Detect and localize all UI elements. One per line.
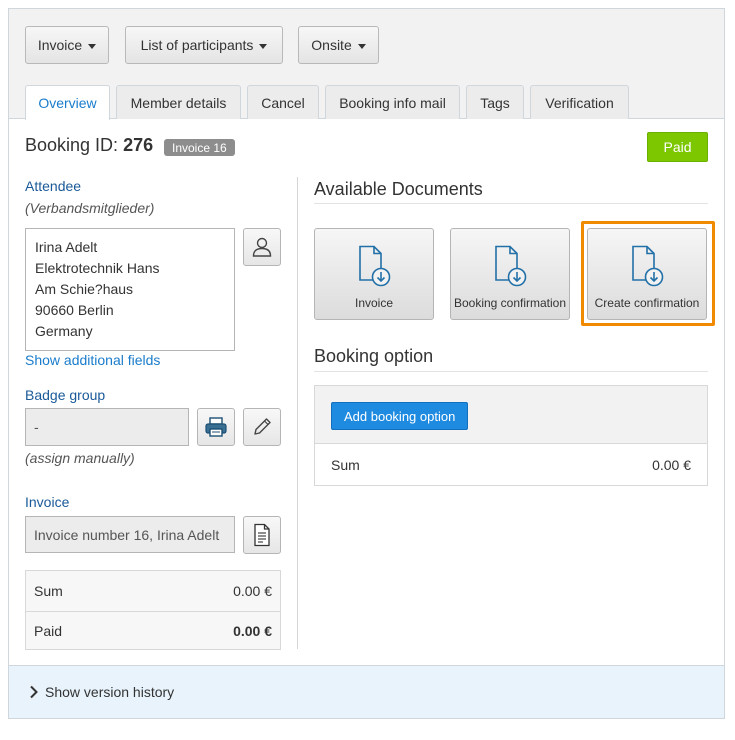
paid-label: Paid — [34, 623, 63, 639]
caret-down-icon — [88, 43, 97, 49]
invoice-badge: Invoice 16 — [164, 139, 235, 156]
tab-label: Verification — [545, 94, 614, 111]
booking-confirmation-document-button[interactable]: Booking confirmation — [450, 228, 570, 320]
booking-option-title: Booking option — [314, 346, 434, 366]
invoice-dropdown-label: Invoice — [37, 37, 83, 53]
address-line: Irina Adelt — [35, 239, 98, 255]
participants-dropdown-label: List of participants — [140, 37, 254, 53]
caret-down-icon — [259, 43, 268, 49]
document-label: Invoice — [354, 296, 394, 310]
invoice-dropdown-button[interactable]: Invoice — [25, 26, 109, 64]
available-documents-title: Available Documents — [314, 179, 483, 199]
document-icon — [254, 523, 270, 547]
user-icon — [252, 237, 272, 257]
tab-booking-info-mail[interactable]: Booking info mail — [325, 85, 460, 119]
tab-verification[interactable]: Verification — [530, 85, 629, 119]
booking-option-sum-value: 0.00 € — [652, 457, 691, 473]
payment-summary: Sum 0.00 € Paid 0.00 € — [25, 570, 281, 650]
open-invoice-button[interactable] — [243, 516, 281, 554]
version-history-toggle[interactable]: Show version history — [9, 665, 724, 718]
column-divider — [297, 177, 298, 649]
badge-group-label: Badge group — [25, 387, 106, 403]
sum-row: Sum 0.00 € — [26, 571, 280, 611]
participants-dropdown-button[interactable]: List of participants — [125, 26, 283, 64]
invoice-document-button[interactable]: Invoice — [314, 228, 434, 320]
divider — [314, 203, 708, 204]
add-booking-option-button[interactable]: Add booking option — [331, 402, 469, 430]
document-download-icon — [359, 245, 391, 287]
document-label: Booking confirmation — [453, 296, 567, 310]
pencil-icon — [254, 418, 271, 435]
badge-group-note: (assign manually) — [25, 450, 135, 466]
document-download-icon — [495, 245, 527, 287]
booking-option-panel: Add booking option Sum 0.00 € — [314, 385, 708, 486]
sum-value: 0.00 € — [233, 583, 272, 599]
tab-label: Member details — [130, 94, 227, 111]
onsite-dropdown-button[interactable]: Onsite — [298, 26, 379, 64]
booking-id-value: 276 — [123, 135, 154, 155]
toolbar: Invoice List of participants Onsite Over… — [9, 9, 724, 120]
tab-cancel[interactable]: Cancel — [247, 85, 319, 119]
tab-label: Cancel — [261, 94, 305, 111]
edit-badge-button[interactable] — [243, 408, 281, 446]
paid-row: Paid 0.00 € — [26, 611, 280, 650]
tab-tags[interactable]: Tags — [466, 85, 524, 119]
address-line: Elektrotechnik Hans — [35, 260, 160, 276]
attendee-label: Attendee — [25, 178, 82, 194]
tab-label: Booking info mail — [339, 94, 446, 111]
tab-overview[interactable]: Overview — [25, 85, 110, 120]
invoice-section-label: Invoice — [25, 494, 70, 510]
tab-member-details[interactable]: Member details — [116, 85, 241, 119]
booking-id: Booking ID: 276 — [25, 135, 153, 156]
chevron-right-icon — [30, 685, 38, 699]
show-additional-fields-link[interactable]: Show additional fields — [25, 352, 160, 368]
onsite-dropdown-label: Onsite — [311, 37, 352, 53]
status-badge: Paid — [647, 132, 708, 162]
address-line: Am Schie?haus — [35, 281, 134, 297]
version-history-label: Show version history — [45, 684, 175, 700]
address-line: 90660 Berlin — [35, 302, 114, 318]
badge-group-value: - — [34, 419, 39, 435]
attendee-group: (Verbandsmitglieder) — [25, 200, 155, 216]
select-contact-button[interactable] — [243, 228, 281, 266]
print-badge-button[interactable] — [197, 408, 235, 446]
sum-label: Sum — [34, 583, 63, 599]
booking-id-label: Booking ID: — [25, 135, 119, 155]
caret-down-icon — [357, 43, 366, 49]
booking-option-sum-row: Sum 0.00 € — [315, 444, 707, 486]
booking-option-toolbar: Add booking option — [315, 386, 707, 444]
paid-value: 0.00 € — [233, 623, 272, 639]
highlight-frame — [581, 221, 715, 326]
booking-panel: Invoice List of participants Onsite Over… — [8, 8, 725, 719]
booking-option-sum-label: Sum — [331, 457, 360, 473]
badge-group-field[interactable]: - — [25, 408, 189, 446]
address-line: Germany — [35, 323, 93, 339]
attendee-address: Irina Adelt Elektrotechnik Hans Am Schie… — [25, 228, 235, 351]
tab-label: Tags — [480, 94, 510, 111]
invoice-field: Invoice number 16, Irina Adelt — [25, 516, 235, 553]
tab-label: Overview — [38, 95, 97, 111]
invoice-field-value: Invoice number 16, Irina Adelt — [34, 526, 220, 543]
divider — [314, 371, 708, 372]
printer-icon — [205, 417, 227, 437]
